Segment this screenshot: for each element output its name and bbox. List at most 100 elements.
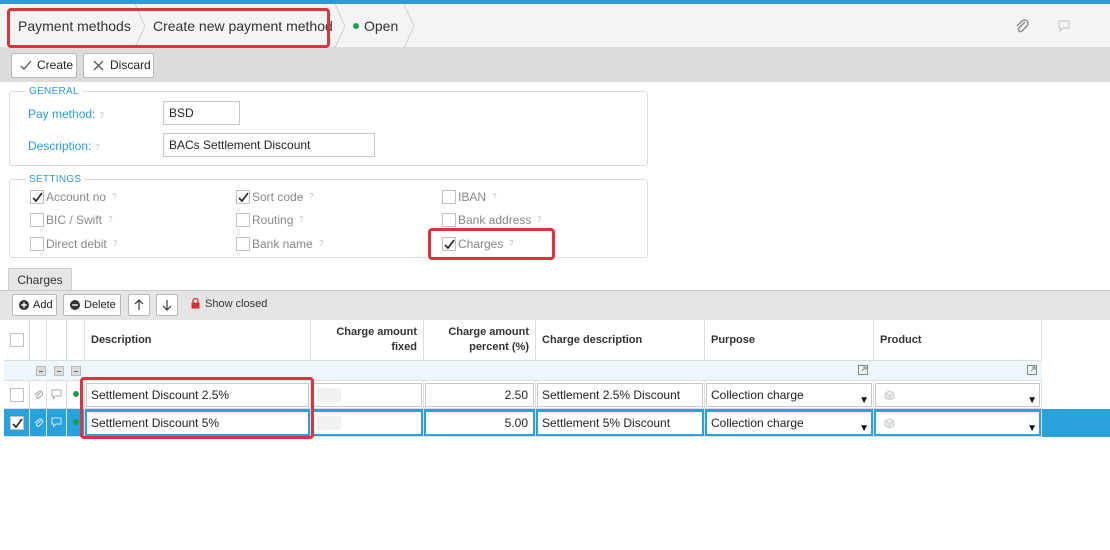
cell-sel[interactable] — [4, 381, 30, 409]
pay-method-label: Pay method:? — [28, 107, 104, 121]
cell-att[interactable] — [30, 409, 47, 437]
column-header-percent[interactable]: Charge amount percent (%) — [424, 320, 536, 361]
cell-fixed[interactable] — [311, 409, 424, 437]
settings-checkbox-3[interactable] — [30, 213, 44, 227]
row-select-checkbox[interactable] — [10, 416, 24, 430]
check-icon — [20, 60, 32, 70]
settings-checkbox-4[interactable] — [236, 213, 250, 227]
comment-icon[interactable] — [1057, 19, 1071, 33]
highlight-description-cells — [80, 377, 314, 439]
checkmark-icon — [32, 192, 43, 203]
product-select[interactable]: ▼ — [875, 383, 1040, 407]
column-header-product[interactable]: Product — [874, 320, 1042, 361]
settings-checkbox-label: BIC / Swift — [46, 213, 103, 227]
arrow-up-icon — [134, 299, 144, 310]
comment-icon[interactable] — [51, 389, 62, 400]
purpose-input[interactable]: Collection charge ▼ — [706, 383, 872, 407]
chevron-down-icon[interactable]: ▼ — [1027, 390, 1037, 406]
help-icon[interactable]: ? — [113, 239, 117, 248]
open-lookup-icon[interactable] — [1027, 365, 1037, 375]
cell-percent[interactable]: 2.50 — [424, 381, 536, 409]
settings-checkbox-6[interactable] — [30, 237, 44, 251]
cell-cmt[interactable] — [47, 381, 67, 409]
attachment-icon[interactable] — [33, 389, 44, 400]
settings-title: SETTINGS — [26, 174, 85, 185]
product-select[interactable]: ▼ — [875, 411, 1040, 435]
cell-cmt[interactable] — [47, 409, 67, 437]
chevron-down-icon[interactable]: ▼ — [1027, 418, 1037, 434]
percent-value: 5.00 — [504, 416, 528, 430]
help-icon[interactable]: ? — [299, 215, 303, 224]
arrow-down-icon — [162, 300, 172, 311]
main-toolbar: Create Discard — [0, 48, 1110, 82]
column-header-charge-description[interactable]: Charge description — [536, 320, 705, 361]
settings-checkbox-2[interactable] — [442, 190, 456, 204]
filter-toggle-icon[interactable] — [54, 366, 64, 376]
settings-checkbox-label: Account no — [46, 190, 107, 204]
filter-toggle-icon[interactable] — [71, 366, 81, 376]
create-button-label: Create — [37, 58, 74, 72]
help-icon[interactable]: ? — [112, 192, 116, 201]
attachment-icon[interactable] — [1014, 18, 1030, 34]
checkmark-icon — [12, 418, 23, 429]
help-icon[interactable]: ? — [319, 239, 323, 248]
move-up-button[interactable] — [128, 294, 150, 316]
settings-checkbox-5[interactable] — [442, 213, 456, 227]
settings-checkbox-7[interactable] — [236, 237, 250, 251]
percent-input[interactable]: 2.50 — [425, 383, 534, 407]
delete-button[interactable]: Delete — [63, 294, 121, 316]
discard-button-label: Discard — [110, 58, 151, 72]
lock-icon — [191, 298, 200, 309]
cell-att[interactable] — [30, 381, 47, 409]
chevron-down-icon[interactable]: ▼ — [859, 390, 869, 406]
charge-fixed-input[interactable] — [312, 383, 422, 407]
cell-purpose[interactable]: Collection charge ▼ — [705, 409, 874, 437]
comment-icon[interactable] — [51, 417, 62, 428]
tab-charges[interactable]: Charges — [8, 268, 72, 290]
percent-value: 2.50 — [504, 388, 528, 402]
row-select-checkbox[interactable] — [10, 388, 24, 402]
filter-toggle-icon[interactable] — [36, 366, 46, 376]
pay-method-input[interactable]: BSD — [163, 101, 240, 125]
help-icon[interactable]: ? — [108, 215, 112, 224]
description-input[interactable]: BACs Settlement Discount — [163, 133, 375, 157]
settings-checkbox-0[interactable] — [30, 190, 44, 204]
charge-description-input[interactable]: Settlement 2.5% Discount — [537, 383, 703, 407]
product-cube-icon — [884, 390, 895, 401]
move-down-button[interactable] — [156, 294, 178, 316]
charge-description-input[interactable]: Settlement 5% Discount — [537, 411, 703, 435]
open-lookup-icon[interactable] — [858, 365, 868, 375]
select-all-checkbox[interactable] — [10, 333, 24, 347]
column-header-fixed[interactable]: Charge amount fixed — [311, 320, 424, 361]
cell-fixed[interactable] — [311, 381, 424, 409]
percent-input[interactable]: 5.00 — [425, 411, 534, 435]
cell-product[interactable]: ▼ — [874, 381, 1042, 409]
create-button[interactable]: Create — [11, 53, 77, 78]
add-button[interactable]: Add — [12, 294, 57, 316]
cell-purpose[interactable]: Collection charge ▼ — [705, 381, 874, 409]
cell-product[interactable]: ▼ — [874, 409, 1042, 437]
highlight-charges-checkbox — [428, 228, 555, 260]
grid-toolbar: Add Delete Show closed — [0, 290, 1110, 320]
show-closed-toggle[interactable]: Show closed — [205, 298, 267, 310]
general-title: GENERAL — [26, 86, 82, 97]
purpose-value: Collection charge — [711, 388, 804, 402]
cell-percent[interactable]: 5.00 — [424, 409, 536, 437]
cell-charge_description[interactable]: Settlement 2.5% Discount — [536, 381, 705, 409]
column-header-description[interactable]: Description — [85, 320, 311, 361]
help-icon[interactable]: ? — [537, 215, 541, 224]
breadcrumb-separator-icon — [334, 4, 346, 48]
settings-checkbox-1[interactable] — [236, 190, 250, 204]
discard-button[interactable]: Discard — [83, 53, 154, 78]
chevron-down-icon[interactable]: ▼ — [859, 418, 869, 434]
status-dot-icon — [73, 391, 79, 397]
charge-fixed-input[interactable] — [312, 411, 422, 435]
help-icon[interactable]: ? — [492, 192, 496, 201]
close-icon — [93, 60, 104, 71]
cell-sel[interactable] — [4, 409, 30, 437]
attachment-icon[interactable] — [33, 417, 44, 428]
help-icon[interactable]: ? — [309, 192, 313, 201]
purpose-input[interactable]: Collection charge ▼ — [706, 411, 872, 435]
cell-charge_description[interactable]: Settlement 5% Discount — [536, 409, 705, 437]
column-header-purpose[interactable]: Purpose — [705, 320, 874, 361]
